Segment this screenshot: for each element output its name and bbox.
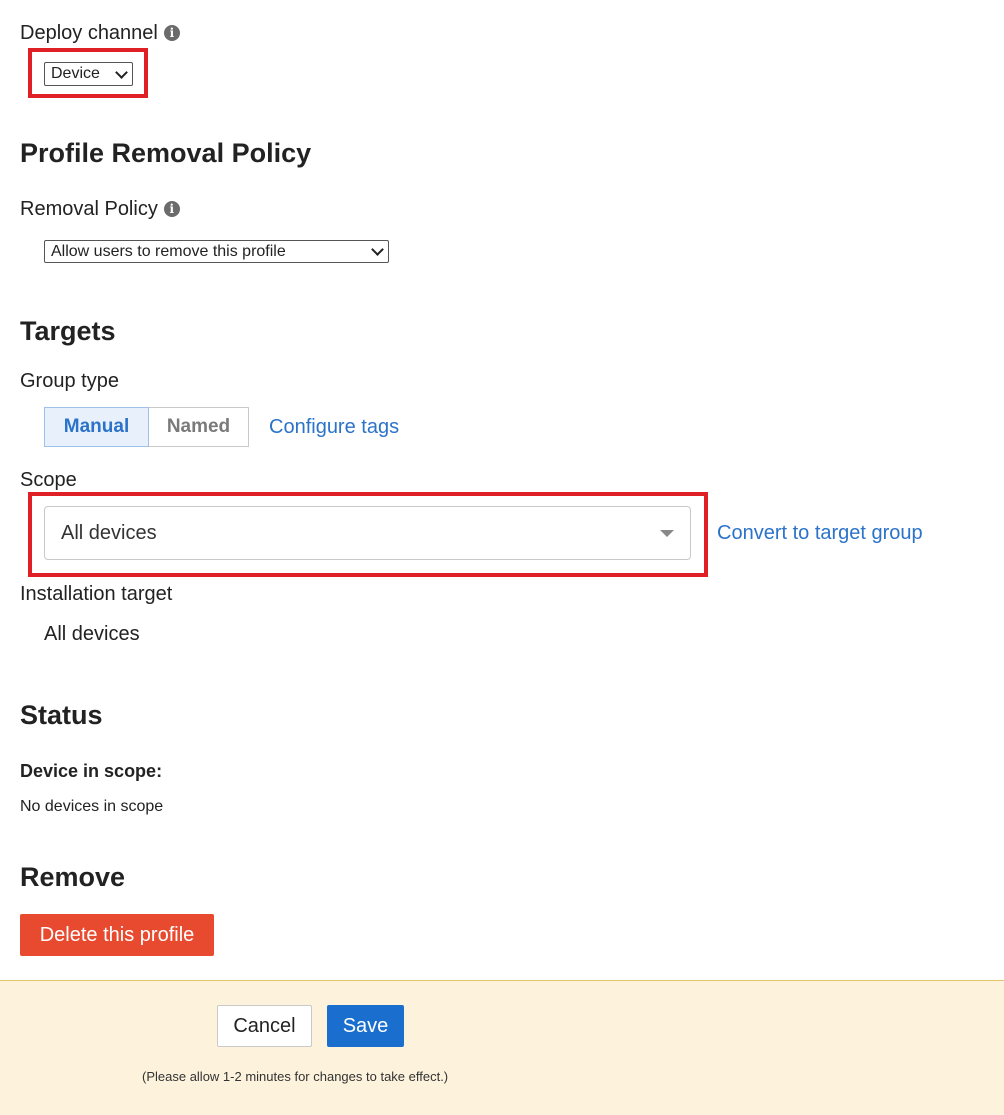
status-heading: Status bbox=[20, 700, 103, 730]
installation-target-value: All devices bbox=[44, 623, 140, 645]
chevron-down-icon bbox=[115, 65, 128, 79]
chevron-down-icon bbox=[371, 243, 384, 256]
removal-policy-label: Removal Policy i bbox=[20, 196, 180, 222]
convert-to-target-group-link[interactable]: Convert to target group bbox=[717, 522, 923, 545]
group-type-manual-button[interactable]: Manual bbox=[44, 407, 149, 447]
remove-heading: Remove bbox=[20, 862, 126, 892]
save-button[interactable]: Save bbox=[327, 1005, 404, 1047]
configure-tags-link[interactable]: Configure tags bbox=[269, 416, 399, 439]
info-icon[interactable]: i bbox=[163, 201, 180, 217]
group-type-label: Group type bbox=[20, 370, 119, 392]
delete-profile-button[interactable]: Delete this profile bbox=[20, 914, 214, 956]
deploy-channel-select[interactable]: Device bbox=[44, 62, 133, 86]
removal-policy-heading: Profile Removal Policy bbox=[20, 138, 312, 168]
changes-note: (Please allow 1-2 minutes for changes to… bbox=[142, 1069, 449, 1084]
device-in-scope-value: No devices in scope bbox=[20, 798, 164, 815]
targets-heading: Targets bbox=[20, 316, 116, 346]
scope-select[interactable]: All devices bbox=[44, 506, 691, 560]
deploy-channel-label: Deploy channel i bbox=[20, 20, 180, 46]
group-type-toggle: Manual Named bbox=[44, 407, 249, 447]
device-in-scope-label: Device in scope: bbox=[20, 761, 163, 781]
installation-target-label: Installation target bbox=[20, 583, 173, 605]
footer-bar bbox=[0, 980, 1004, 1115]
cancel-button[interactable]: Cancel bbox=[217, 1005, 312, 1047]
group-type-named-button[interactable]: Named bbox=[149, 407, 249, 447]
removal-policy-select[interactable]: Allow users to remove this profile bbox=[44, 240, 389, 263]
info-icon[interactable]: i bbox=[163, 25, 180, 41]
caret-down-icon bbox=[660, 529, 674, 537]
scope-label: Scope bbox=[20, 469, 77, 491]
